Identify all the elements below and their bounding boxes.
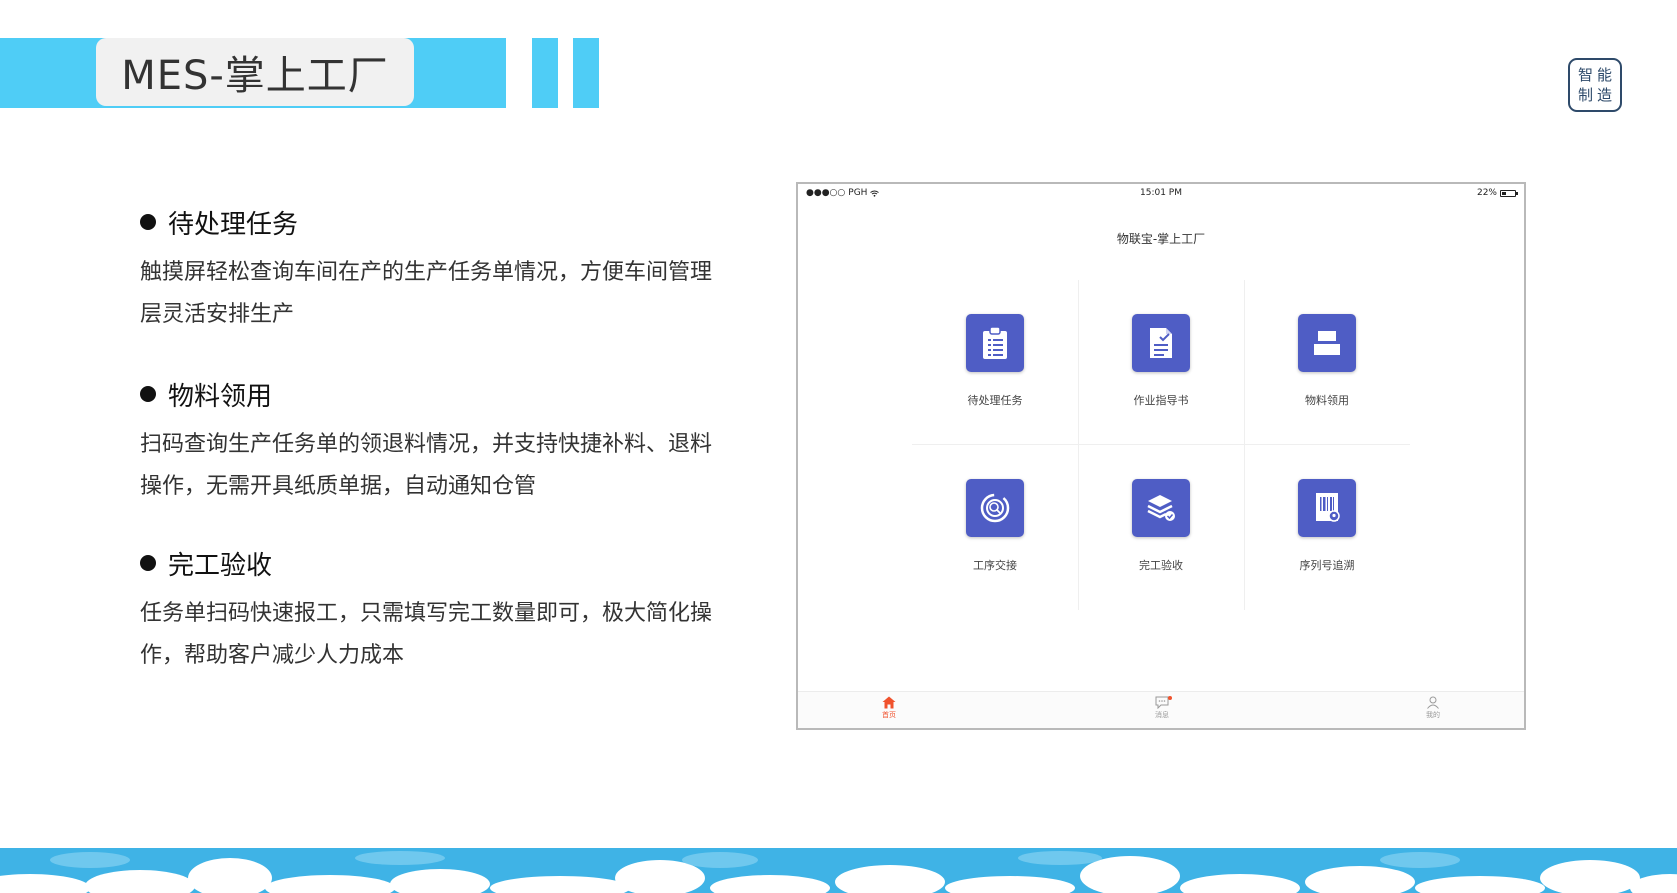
user-icon — [1427, 696, 1439, 709]
process-cycle-icon — [966, 479, 1024, 537]
feature-title: 物料领用 — [140, 376, 720, 412]
tile-process-handover[interactable]: 工序交接 — [912, 445, 1078, 610]
feature-title: 完工验收 — [140, 545, 720, 581]
stacked-layers-icon — [1132, 479, 1190, 537]
feature-item: 完工验收 任务单扫码快速报工，只需填写完工数量即可，极大简化操作，帮助客户减少人… — [140, 545, 720, 677]
status-time: 15:01 PM — [1140, 188, 1182, 198]
status-right: 22% — [1476, 188, 1518, 198]
bullet-dot — [140, 386, 156, 402]
battery-percent: 22% — [1476, 188, 1497, 198]
page-title: MES-掌上工厂 — [96, 38, 414, 106]
tile-label: 完工验收 — [1139, 559, 1183, 572]
stamp-char: 造 — [1596, 85, 1612, 104]
unread-badge — [1168, 696, 1172, 700]
tab-profile[interactable]: 我的 — [1413, 696, 1453, 720]
home-icon — [882, 696, 896, 709]
bullet-dot — [140, 214, 156, 230]
tile-label: 作业指导书 — [1133, 394, 1189, 407]
clipboard-list-icon — [966, 314, 1024, 372]
banner-accent-block — [573, 38, 599, 108]
brand-stamp-logo: 智 能 制 造 — [1568, 58, 1622, 112]
feature-description: 触摸屏轻松查询车间在产的生产任务单情况，方便车间管理层灵活安排生产 — [140, 260, 713, 327]
banner-accent-block — [532, 38, 558, 108]
stamp-char: 智 — [1577, 65, 1593, 84]
tile-label: 待处理任务 — [967, 394, 1023, 407]
stamp-char: 能 — [1596, 65, 1612, 84]
tile-pending-tasks[interactable]: 待处理任务 — [912, 280, 1078, 445]
tab-label: 首页 — [882, 711, 896, 719]
bottom-tab-bar: 首页 消息 我的 — [798, 691, 1524, 728]
tablet-screenshot: ●●●○○ PGH 15:01 PM 22% 物联宝-掌上工厂 待处理任务 作业… — [796, 182, 1526, 730]
tab-label: 我的 — [1426, 711, 1440, 719]
message-icon — [1155, 696, 1169, 709]
tile-completion-acceptance[interactable]: 完工验收 — [1078, 445, 1244, 610]
tile-material-requisition[interactable]: 物料领用 — [1244, 280, 1410, 445]
feature-title-text: 物料领用 — [168, 381, 273, 412]
tile-label: 工序交接 — [973, 559, 1017, 572]
app-title: 物联宝-掌上工厂 — [1116, 232, 1206, 246]
tab-label: 消息 — [1155, 711, 1169, 719]
feature-description: 任务单扫码快速报工，只需填写完工数量即可，极大简化操作，帮助客户减少人力成本 — [140, 601, 713, 668]
feature-title-text: 待处理任务 — [168, 209, 299, 240]
tile-label: 物料领用 — [1305, 394, 1349, 407]
battery-icon — [1500, 189, 1518, 197]
tray-box-icon — [1298, 314, 1356, 372]
feature-item: 待处理任务 触摸屏轻松查询车间在产的生产任务单情况，方便车间管理层灵活安排生产 — [140, 204, 720, 336]
status-bar: ●●●○○ PGH 15:01 PM 22% — [798, 184, 1524, 202]
function-grid: 待处理任务 作业指导书 物料领用 工序交接 完工验收 序列号追溯 — [912, 280, 1410, 610]
page-title-text: MES-掌上工厂 — [121, 53, 389, 99]
feature-title: 待处理任务 — [140, 204, 720, 240]
feature-description: 扫码查询生产任务单的领退料情况，并支持快捷补料、退料操作，无需开具纸质单据，自动… — [140, 432, 713, 499]
tile-label: 序列号追溯 — [1299, 559, 1355, 572]
barcode-location-icon — [1298, 479, 1356, 537]
tile-serial-trace[interactable]: 序列号追溯 — [1244, 445, 1410, 610]
tab-home[interactable]: 首页 — [869, 696, 909, 720]
cloud-footer — [0, 848, 1677, 893]
document-check-icon — [1132, 314, 1190, 372]
tile-work-instructions[interactable]: 作业指导书 — [1078, 280, 1244, 445]
stamp-char: 制 — [1577, 85, 1593, 104]
feature-item: 物料领用 扫码查询生产任务单的领退料情况，并支持快捷补料、退料操作，无需开具纸质… — [140, 376, 720, 508]
cloud-pattern-icon — [0, 851, 1677, 893]
bullet-dot — [140, 555, 156, 571]
tab-messages[interactable]: 消息 — [1142, 696, 1182, 720]
feature-title-text: 完工验收 — [168, 550, 273, 581]
